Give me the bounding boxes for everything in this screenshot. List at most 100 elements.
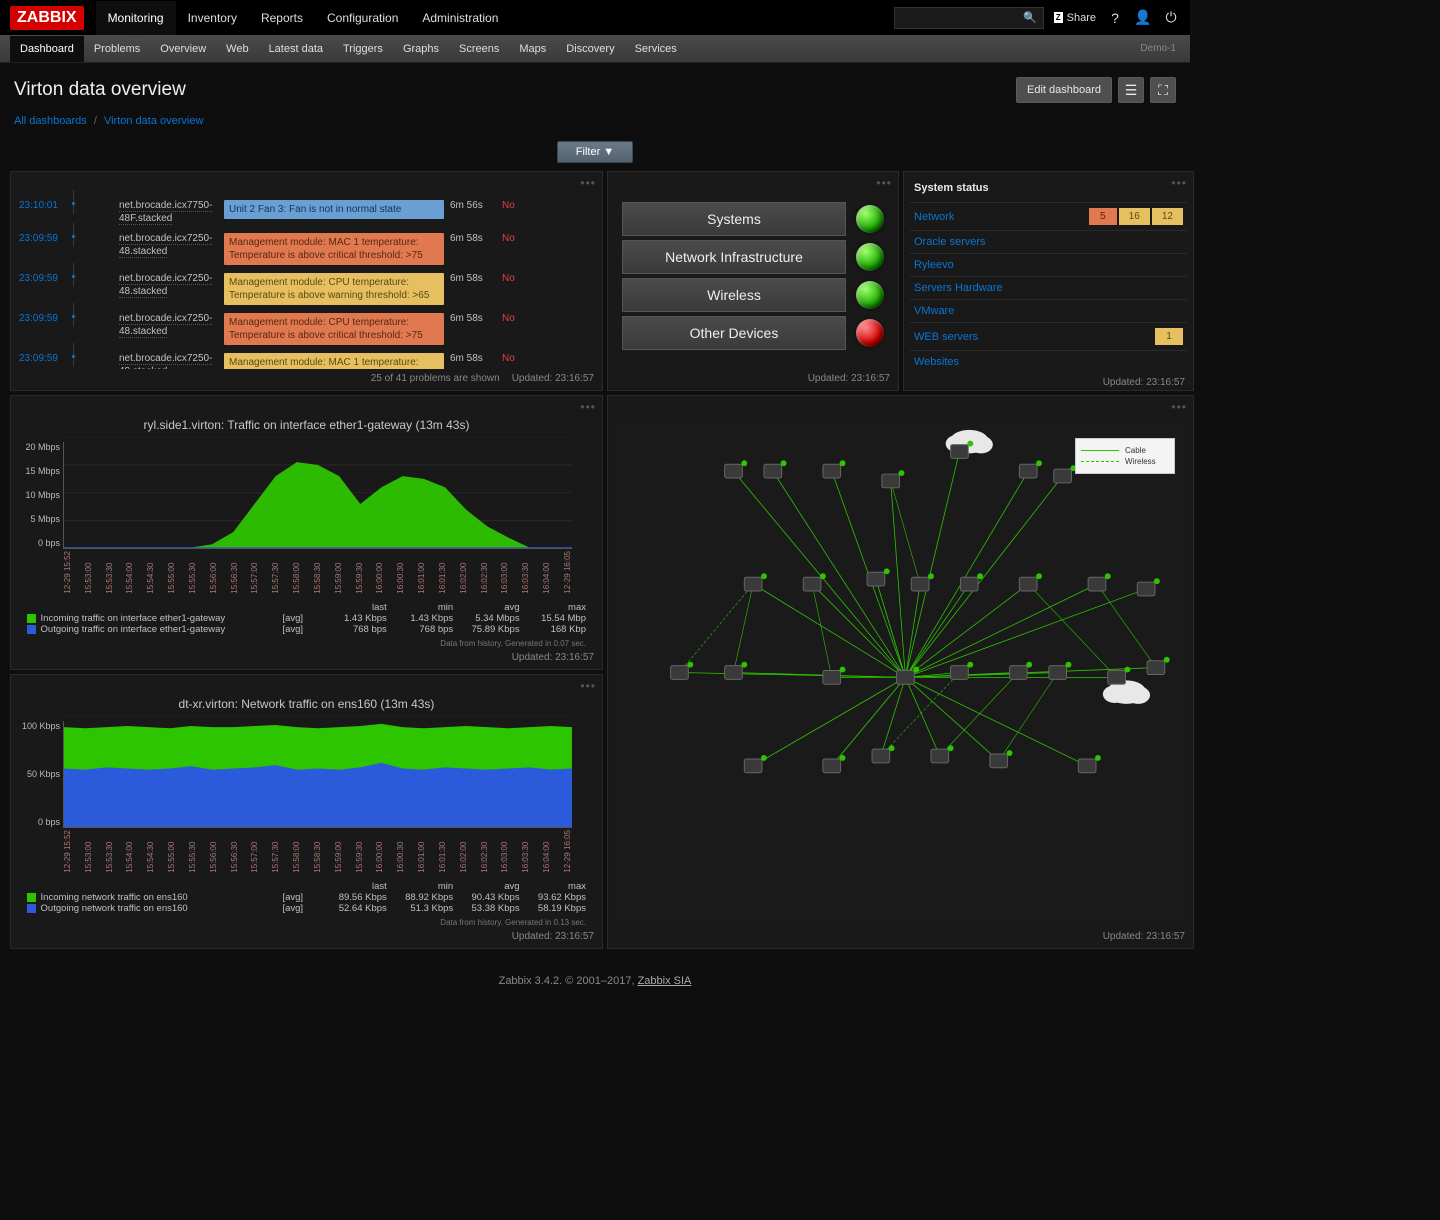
problem-host[interactable]: net.brocade.icx7250-48.stacked	[119, 313, 224, 338]
subnav-overview[interactable]: Overview	[150, 36, 216, 62]
problem-ack[interactable]: No	[502, 353, 522, 364]
sys-chip[interactable]: 12	[1152, 208, 1183, 225]
network-map[interactable]: CableWireless	[616, 422, 1185, 923]
sys-link[interactable]: Websites	[914, 356, 1183, 368]
widget-menu-icon[interactable]: •••	[580, 176, 596, 190]
map-node[interactable]	[990, 750, 1013, 768]
status-row[interactable]: Network Infrastructure	[622, 240, 884, 274]
problem-host[interactable]: net.brocade.icx7250-48.stacked	[119, 353, 224, 369]
status-row[interactable]: Systems	[622, 202, 884, 236]
map-node[interactable]	[882, 470, 905, 488]
sys-link[interactable]: WEB servers	[914, 331, 1153, 343]
map-node[interactable]	[951, 662, 974, 680]
power-icon[interactable]: ⏻	[1162, 9, 1180, 26]
problem-row[interactable]: 23:09:59 net.brocade.icx7250-48.stacked …	[19, 353, 594, 369]
problem-ack[interactable]: No	[502, 273, 522, 284]
subnav-web[interactable]: Web	[216, 36, 258, 62]
subnav-discovery[interactable]: Discovery	[556, 36, 624, 62]
filter-button[interactable]: Filter ▼	[557, 141, 633, 163]
map-node[interactable]	[823, 755, 846, 773]
share-button[interactable]: ZShare	[1054, 12, 1096, 24]
sys-link[interactable]: Oracle servers	[914, 236, 1183, 248]
topnav-administration[interactable]: Administration	[410, 1, 510, 35]
problem-ack[interactable]: No	[502, 233, 522, 244]
problem-host[interactable]: net.brocade.icx7750-48F.stacked	[119, 200, 224, 225]
map-node[interactable]	[931, 745, 954, 763]
subnav-graphs[interactable]: Graphs	[393, 36, 449, 62]
widget-menu-icon[interactable]: •••	[580, 400, 596, 414]
topnav-configuration[interactable]: Configuration	[315, 1, 410, 35]
sys-link[interactable]: Ryleevo	[914, 259, 1183, 271]
sys-chip[interactable]: 16	[1119, 208, 1150, 225]
subnav-triggers[interactable]: Triggers	[333, 36, 393, 62]
map-node[interactable]	[911, 573, 934, 591]
problem-ack[interactable]: No	[502, 200, 522, 211]
problem-time: 23:09:59	[19, 273, 69, 284]
subnav-dashboard[interactable]: Dashboard	[10, 36, 84, 62]
user-icon[interactable]: 👤	[1134, 9, 1152, 26]
map-node[interactable]	[1010, 662, 1033, 680]
graph2-chart[interactable]: 100 Kbps50 Kbps0 bps	[63, 721, 572, 828]
problem-host[interactable]: net.brocade.icx7250-48.stacked	[119, 233, 224, 258]
search-input[interactable]: 🔍	[894, 7, 1044, 29]
map-node[interactable]	[764, 460, 787, 478]
topnav-monitoring[interactable]: Monitoring	[96, 1, 176, 35]
map-node[interactable]	[1088, 573, 1111, 591]
map-node[interactable]	[725, 460, 748, 478]
subnav-latest-data[interactable]: Latest data	[259, 36, 333, 62]
map-node[interactable]	[1019, 460, 1042, 478]
widget-menu-icon[interactable]: •••	[1171, 176, 1187, 190]
problem-description[interactable]: Management module: CPU temperature: Temp…	[224, 273, 444, 305]
map-node[interactable]	[744, 755, 767, 773]
menu-icon[interactable]: ☰	[1118, 77, 1144, 103]
logo[interactable]: ZABBIX	[10, 6, 84, 30]
status-row[interactable]: Other Devices	[622, 316, 884, 350]
topnav-inventory[interactable]: Inventory	[176, 1, 249, 35]
problem-description[interactable]: Unit 2 Fan 3: Fan is not in normal state	[224, 200, 444, 219]
sys-link[interactable]: VMware	[914, 305, 1183, 317]
problem-row[interactable]: 23:10:01 net.brocade.icx7750-48F.stacked…	[19, 200, 594, 225]
problem-row[interactable]: 23:09:59 net.brocade.icx7250-48.stacked …	[19, 313, 594, 345]
map-node[interactable]	[823, 460, 846, 478]
widget-menu-icon[interactable]: •••	[580, 679, 596, 693]
breadcrumb-root[interactable]: All dashboards	[14, 115, 87, 127]
legend-item[interactable]: Outgoing network traffic on ens160[avg]5…	[27, 903, 586, 914]
legend-item[interactable]: Incoming traffic on interface ether1-gat…	[27, 613, 586, 624]
graph1-chart[interactable]: 20 Mbps15 Mbps10 Mbps5 Mbps0 bps	[63, 442, 572, 549]
map-node[interactable]	[671, 662, 694, 680]
map-node[interactable]	[867, 568, 890, 586]
map-node[interactable]	[1049, 662, 1072, 680]
legend-item[interactable]: Incoming network traffic on ens160[avg]8…	[27, 892, 586, 903]
subnav-maps[interactable]: Maps	[509, 36, 556, 62]
footer-link[interactable]: Zabbix SIA	[638, 975, 692, 987]
sys-chip[interactable]: 1	[1155, 328, 1183, 345]
problem-row[interactable]: 23:09:59 net.brocade.icx7250-48.stacked …	[19, 273, 594, 305]
widget-menu-icon[interactable]: •••	[1171, 400, 1187, 414]
sys-chip[interactable]: 5	[1089, 208, 1117, 225]
widget-menu-icon[interactable]: •••	[876, 176, 892, 190]
problem-description[interactable]: Management module: CPU temperature: Temp…	[224, 313, 444, 345]
problem-description[interactable]: Management module: MAC 1 temperature: Te…	[224, 233, 444, 265]
map-node[interactable]	[744, 573, 767, 591]
breadcrumb-current[interactable]: Virton data overview	[104, 115, 203, 127]
problem-ack[interactable]: No	[502, 313, 522, 324]
problem-row[interactable]: 23:09:59 net.brocade.icx7250-48.stacked …	[19, 233, 594, 265]
map-node[interactable]	[725, 662, 748, 680]
map-node[interactable]	[803, 573, 826, 591]
problem-description[interactable]: Management module: MAC 1 temperature:	[224, 353, 444, 369]
problem-host[interactable]: net.brocade.icx7250-48.stacked	[119, 273, 224, 298]
subnav-screens[interactable]: Screens	[449, 36, 509, 62]
map-node[interactable]	[1078, 755, 1101, 773]
status-row[interactable]: Wireless	[622, 278, 884, 312]
legend-item[interactable]: Outgoing traffic on interface ether1-gat…	[27, 624, 586, 635]
map-node[interactable]	[1019, 573, 1042, 591]
topnav-reports[interactable]: Reports	[249, 1, 315, 35]
subnav-services[interactable]: Services	[625, 36, 687, 62]
fullscreen-icon[interactable]: ⛶	[1150, 77, 1176, 103]
map-node[interactable]	[1054, 465, 1077, 483]
edit-dashboard-button[interactable]: Edit dashboard	[1016, 77, 1112, 103]
sys-link[interactable]: Network	[914, 211, 1087, 223]
map-node[interactable]	[1137, 578, 1160, 596]
help-icon[interactable]: ?	[1106, 10, 1124, 26]
sys-link[interactable]: Servers Hardware	[914, 282, 1183, 294]
